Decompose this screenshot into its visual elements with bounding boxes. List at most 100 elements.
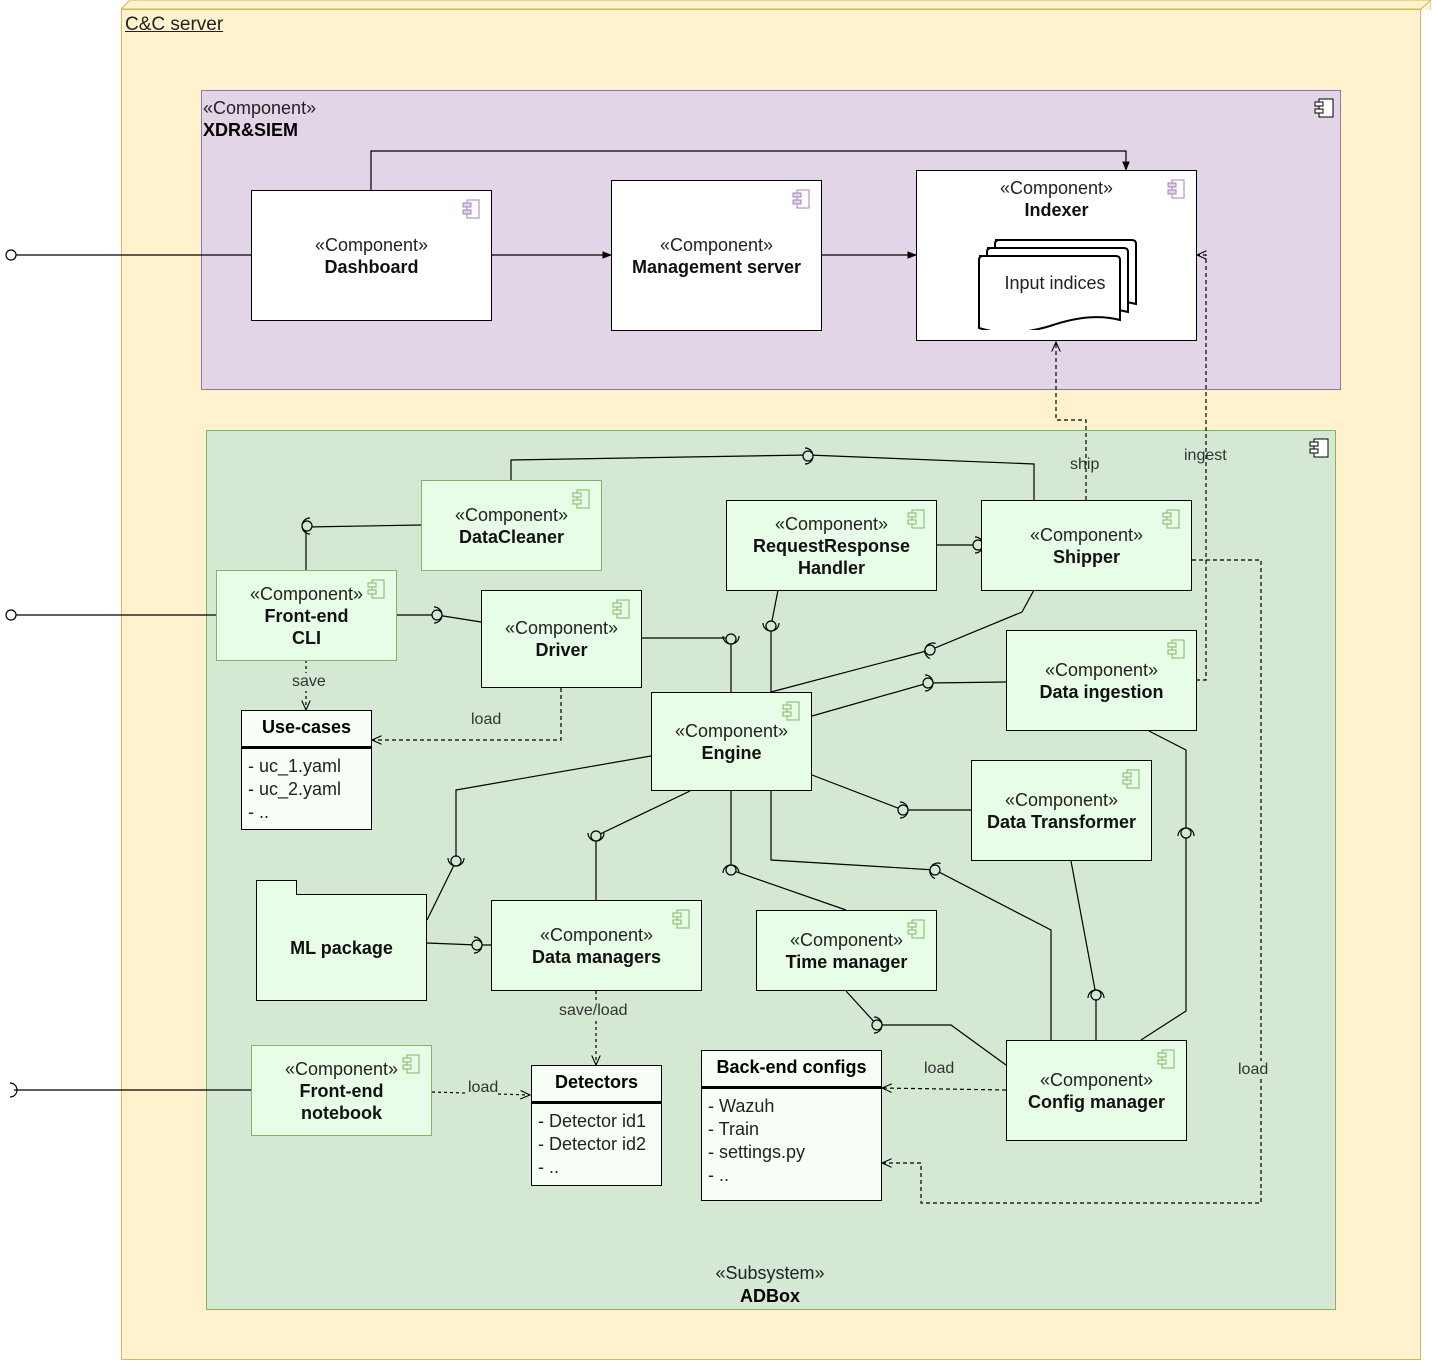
- detectors-artifact[interactable]: Detectors - Detector id1 - Detector id2 …: [531, 1065, 662, 1186]
- component-icon: [1167, 179, 1185, 199]
- management-name: Management server: [631, 256, 802, 277]
- input-indices-label: Input indices: [1004, 273, 1106, 293]
- usecases-artifact[interactable]: Use-cases - uc_1.yaml - uc_2.yaml - ..: [241, 710, 372, 830]
- component-icon: [462, 199, 480, 219]
- edge-label-save-load: save/load: [559, 1002, 628, 1020]
- data-ingestion-component[interactable]: «Component» Data ingestion: [1006, 630, 1197, 731]
- edge-ingestion-engine: [811, 681, 1007, 717]
- interface-ball: [1180, 827, 1192, 839]
- requestresponse-handler-component[interactable]: «Component» RequestResponse Handler: [726, 500, 937, 591]
- dashboard-component[interactable]: «Component» Dashboard: [251, 190, 492, 321]
- component-icon: [402, 1054, 420, 1074]
- data-managers-component[interactable]: «Component» Data managers: [491, 900, 702, 991]
- config-manager-component[interactable]: «Component» Config manager: [1006, 1040, 1187, 1141]
- interface-ball: [924, 644, 936, 656]
- time-manager-component[interactable]: «Component» Time manager: [756, 910, 937, 991]
- edge-engine-dm: [595, 790, 691, 900]
- engine-stereotype: «Component»: [674, 720, 789, 741]
- indexer-stereotype: «Component»: [999, 178, 1114, 198]
- rrhandler-stereotype: «Component»: [774, 513, 889, 534]
- timemanager-name: Time manager: [785, 951, 908, 972]
- backend-configs-item: - ..: [708, 1165, 729, 1185]
- component-icon: [1157, 1049, 1175, 1069]
- component-icon: [907, 509, 925, 529]
- edge-rrh-engine: [770, 589, 779, 692]
- edge-engine-time: [730, 791, 847, 911]
- usecases-item: - uc_2.yaml: [248, 779, 342, 799]
- detectors-title: Detectors: [532, 1066, 661, 1104]
- component-icon: [612, 599, 630, 619]
- edge-cli-datacleaner: [305, 524, 422, 570]
- frontend-cli-name-2: CLI: [292, 627, 321, 648]
- edge-ingest: [1196, 255, 1206, 681]
- indexer-name: Indexer: [1024, 200, 1089, 220]
- transformer-name: Data Transformer: [986, 811, 1137, 832]
- detectors-item: - Detector id2: [538, 1134, 647, 1154]
- interface-ball: [471, 939, 483, 951]
- backend-configs-item: - Train: [708, 1119, 760, 1139]
- usecases-title: Use-cases: [242, 711, 371, 749]
- component-icon: [1122, 769, 1140, 789]
- shipper-component[interactable]: «Component» Shipper: [981, 500, 1192, 591]
- port-lollipop-cli: [5, 609, 17, 621]
- component-icon: [367, 579, 385, 599]
- data-transformer-component[interactable]: «Component» Data Transformer: [971, 760, 1152, 861]
- rrhandler-name-1: RequestResponse: [752, 535, 911, 556]
- rrhandler-name-2: Handler: [797, 557, 866, 578]
- frontend-nb-name-2: notebook: [301, 1102, 382, 1123]
- interface-ball: [590, 830, 602, 842]
- driver-name: Driver: [535, 640, 588, 660]
- edge-label-load-usecases: load: [471, 711, 502, 728]
- component-icon: [907, 919, 925, 939]
- ml-package-tab: [256, 880, 297, 895]
- edge-label-ingest: ingest: [1184, 447, 1227, 464]
- interface-ball: [765, 620, 777, 632]
- interface-ball: [929, 864, 941, 876]
- edge-shipper-engine: [770, 589, 1035, 693]
- dashboard-stereotype: «Component»: [314, 234, 429, 255]
- frontend-notebook-component[interactable]: «Component» Front-end notebook: [251, 1045, 432, 1136]
- edge-engine-transformer: [811, 774, 971, 811]
- driver-component[interactable]: «Component» Driver: [481, 590, 642, 688]
- configmanager-stereotype: «Component»: [1039, 1069, 1154, 1090]
- edge-ship: [1056, 342, 1087, 500]
- component-icon: [782, 701, 800, 721]
- component-icon: [792, 189, 810, 209]
- frontend-cli-stereotype: «Component»: [249, 583, 364, 604]
- edge-label-load-configs-shipper: load: [1238, 1061, 1269, 1079]
- engine-component[interactable]: «Component» Engine: [651, 692, 812, 791]
- edge-label-load-configs: load: [924, 1060, 955, 1077]
- datacleaner-name: DataCleaner: [458, 526, 565, 547]
- frontend-cli-name-1: Front-end: [264, 605, 349, 626]
- edge-driver-engine: [642, 637, 732, 692]
- driver-stereotype: «Component»: [504, 618, 619, 638]
- interface-ball: [301, 520, 313, 532]
- datacleaner-component[interactable]: «Component» DataCleaner: [421, 480, 602, 571]
- interface-ball: [725, 864, 737, 876]
- edge-label-load-detectors: load: [468, 1079, 499, 1097]
- shipper-stereotype: «Component»: [1029, 524, 1144, 545]
- shipper-name: Shipper: [1052, 546, 1120, 567]
- edge-label-ship: ship: [1070, 456, 1100, 473]
- ingestion-stereotype: «Component»: [1044, 659, 1159, 680]
- usecases-item: - ..: [248, 802, 269, 822]
- interface-ball: [922, 677, 934, 689]
- component-icon: [572, 489, 590, 509]
- frontend-cli-component[interactable]: «Component» Front-end CLI: [216, 570, 397, 661]
- component-icon: [1167, 639, 1185, 659]
- edge-engine-ml: [426, 755, 652, 921]
- management-server-component[interactable]: «Component» Management server: [611, 180, 822, 331]
- usecases-item: - uc_1.yaml: [248, 756, 342, 776]
- ml-package[interactable]: ML package: [256, 894, 427, 1001]
- interface-ball: [897, 804, 909, 816]
- detectors-item: - Detector id1: [538, 1111, 647, 1131]
- management-stereotype: «Component»: [659, 234, 774, 255]
- backend-configs-title: Back-end configs: [702, 1051, 881, 1089]
- backend-configs-artifact[interactable]: Back-end configs - Wazuh - Train - setti…: [701, 1050, 882, 1201]
- interface-ball: [1090, 989, 1102, 1001]
- edge-driver-usecases: [372, 688, 562, 740]
- port-lollipop-dashboard: [5, 249, 17, 261]
- backend-configs-item: - settings.py: [708, 1142, 806, 1162]
- interface-ball: [450, 855, 462, 867]
- detectors-item: - ..: [538, 1157, 559, 1177]
